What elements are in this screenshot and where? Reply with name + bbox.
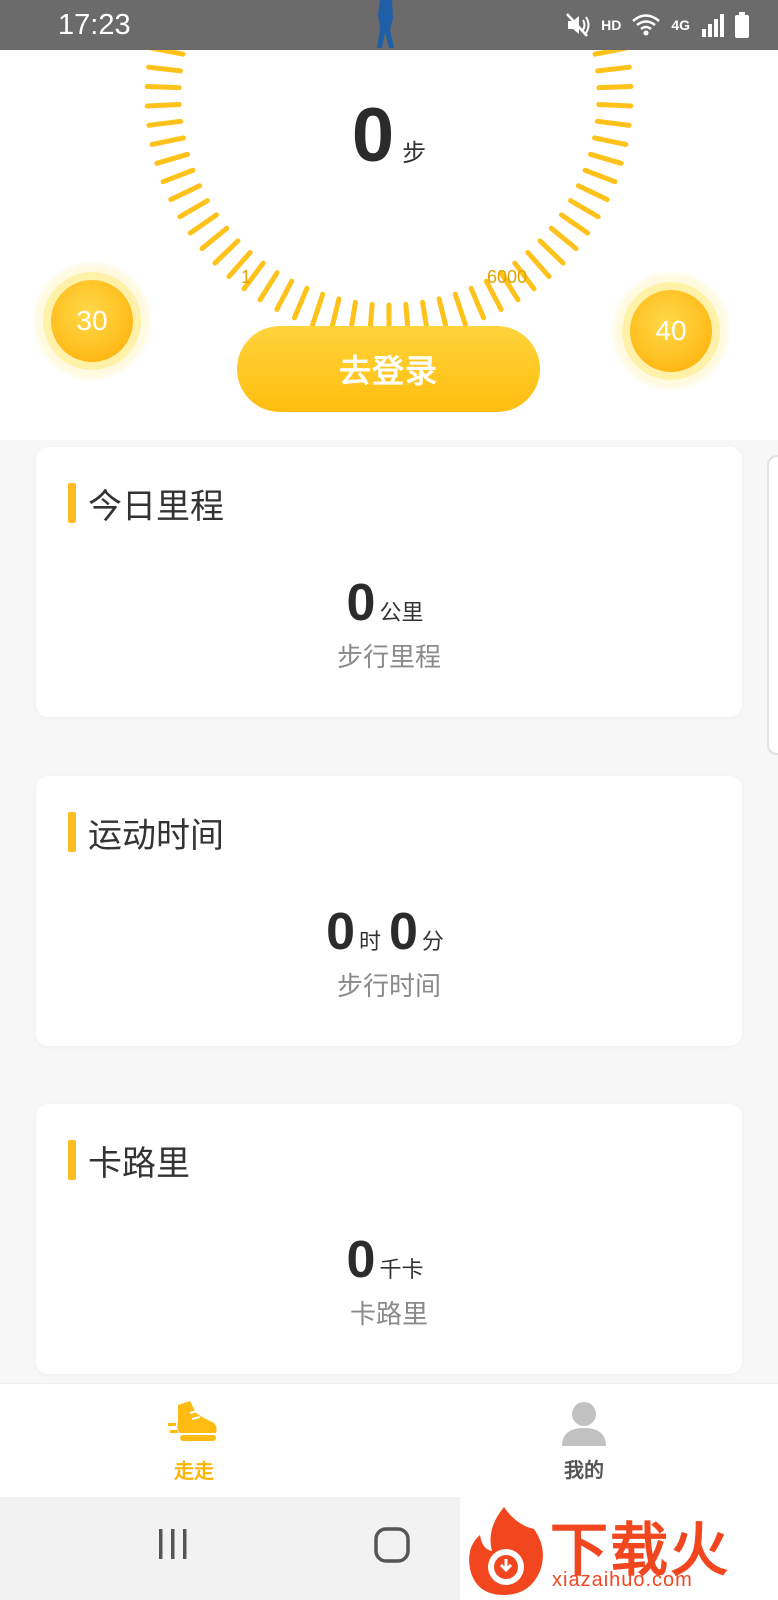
tab-walk-label: 走走 (174, 1458, 214, 1483)
tab-mine[interactable]: 我的 (484, 1384, 684, 1498)
exercise-time-subtitle: 步行时间 (336, 972, 441, 1002)
exercise-time-value: 0时0分 (36, 904, 742, 972)
step-count: 0步 (0, 92, 778, 179)
gauge-tick (144, 84, 182, 91)
step-count-unit: 步 (402, 139, 427, 167)
gauge-label-6000: 6000 (487, 267, 528, 287)
exercise-time-card: 运动时间 0时0分 步行时间 (36, 776, 742, 1046)
flame-logo-icon (469, 1507, 543, 1595)
wifi-icon (632, 14, 661, 36)
gauge-label-1: 1 (241, 267, 252, 287)
recent-apps-icon[interactable] (156, 1525, 190, 1565)
hours-unit: 时 (358, 930, 381, 955)
walking-person-icon (377, 0, 394, 48)
gauge-tick (596, 84, 634, 91)
watermark: 下载火 xiazaihuo.com (460, 1497, 778, 1600)
status-icons: HD 4G (565, 12, 750, 38)
gauge-tick (575, 183, 610, 203)
step-gauge-section: 1500 4500 1 6000 0步 30 40 去登录 (0, 0, 778, 440)
login-button[interactable]: 去登录 (237, 326, 540, 412)
gauge-tick (199, 225, 230, 252)
gauge-tick (525, 250, 552, 280)
gauge-tick (310, 291, 326, 328)
gauge-tick (168, 183, 203, 203)
gauge-tick (274, 278, 295, 312)
gauge-tick (291, 285, 310, 321)
signal-icon (702, 14, 724, 37)
distance-unit: 公里 (379, 601, 424, 626)
gauge-tick (177, 198, 211, 220)
gauge-tick (146, 64, 183, 74)
calories-value: 0 千卡 (36, 1232, 742, 1300)
reward-coin-right[interactable]: 40 (612, 272, 730, 390)
minutes-unit: 分 (421, 930, 444, 955)
gauge-tick (468, 285, 487, 321)
bottom-tab-bar: 走走 我的 (0, 1383, 778, 1497)
network-label: 4G (671, 17, 690, 33)
gauge-tick (187, 212, 220, 236)
calories-card-title: 卡路里 (68, 1140, 190, 1184)
step-count-value: 0 (351, 93, 395, 178)
gauge-tick (452, 291, 468, 328)
distance-number: 0 (346, 574, 376, 632)
sneaker-icon (168, 1400, 217, 1441)
distance-value: 0 公里 (36, 575, 742, 643)
coin-value-left: 30 (51, 280, 133, 362)
gauge-tick (558, 212, 591, 236)
gauge-tick (212, 238, 241, 266)
distance-card-title: 今日里程 (68, 483, 224, 527)
user-icon (562, 1401, 606, 1446)
tab-mine-label: 我的 (564, 1457, 604, 1482)
calories-number: 0 (346, 1231, 376, 1289)
calories-subtitle: 卡路里 (349, 1300, 428, 1330)
status-time: 17:23 (58, 8, 131, 41)
exercise-time-card-title: 运动时间 (68, 812, 224, 856)
hours-number: 0 (326, 903, 355, 961)
minutes-number: 0 (389, 903, 418, 961)
tab-walk[interactable]: 走走 (94, 1384, 294, 1498)
edge-panel-handle[interactable] (767, 455, 778, 755)
reward-coin-left[interactable]: 30 (33, 262, 151, 380)
gauge-tick (595, 64, 632, 74)
battery-icon (735, 12, 749, 38)
gauge-tick (537, 238, 566, 266)
calories-unit: 千卡 (379, 1258, 424, 1283)
hd-label: HD (601, 17, 622, 33)
calories-card: 卡路里 0 千卡 卡路里 (36, 1104, 742, 1374)
gauge-tick (257, 270, 280, 303)
watermark-url: xiazaihuo.com (552, 1569, 693, 1591)
gauge-tick (567, 198, 601, 220)
distance-card: 今日里程 0 公里 步行里程 (36, 447, 742, 717)
mute-vibrate-icon (566, 13, 590, 37)
gauge-tick (548, 225, 579, 252)
coin-value-right: 40 (630, 290, 712, 372)
home-icon[interactable] (372, 1525, 412, 1565)
distance-subtitle: 步行里程 (336, 643, 441, 673)
